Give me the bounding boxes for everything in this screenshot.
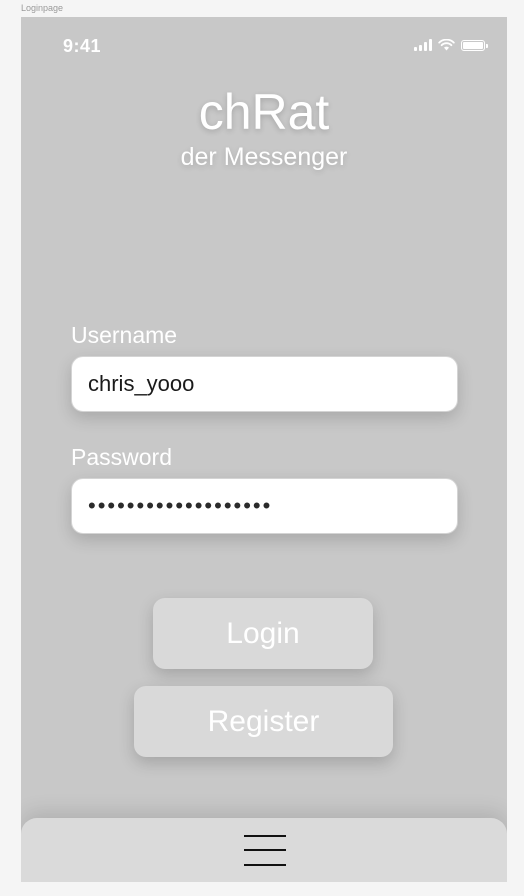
hamburger-menu-icon[interactable]	[244, 835, 286, 867]
app-subtitle: der Messenger	[180, 143, 348, 171]
username-label: Username	[71, 322, 178, 348]
username-field[interactable]	[71, 356, 458, 412]
battery-icon	[461, 39, 488, 51]
login-button[interactable]: Login	[153, 598, 373, 669]
status-time: 9:41	[63, 36, 102, 56]
status-bar: 9:41	[21, 17, 507, 73]
password-field[interactable]: •••••••••••••••••••	[71, 478, 458, 534]
password-masked-value[interactable]: •••••••••••••••••••	[88, 479, 272, 533]
password-label: Password	[71, 444, 172, 470]
signal-icon	[414, 39, 432, 51]
bottom-bar	[21, 818, 507, 882]
wifi-icon	[438, 39, 455, 51]
frame-label: Loginpage	[21, 3, 64, 13]
username-input[interactable]	[72, 357, 457, 411]
status-icons	[414, 39, 488, 51]
app-title: chRat	[198, 84, 330, 140]
register-button[interactable]: Register	[134, 686, 393, 757]
phone-screen: 9:41 chRat der Messenger Username Passwo…	[21, 17, 507, 882]
